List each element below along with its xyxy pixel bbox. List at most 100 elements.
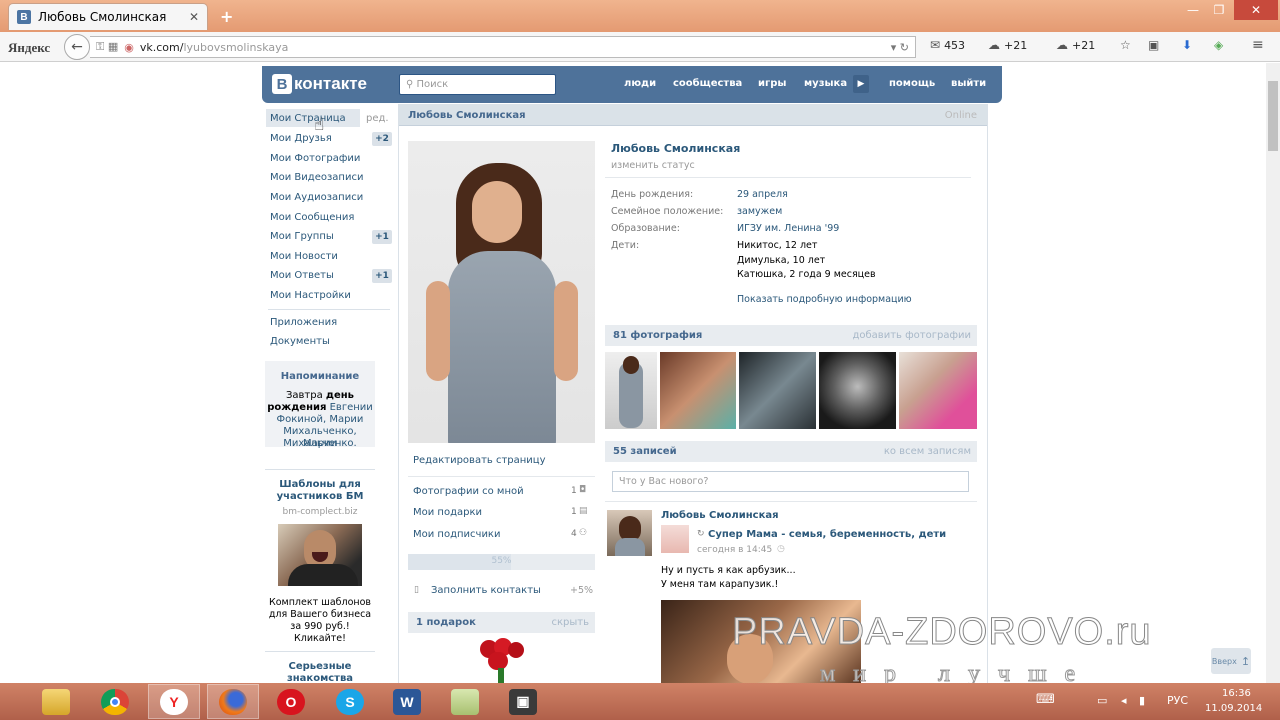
close-window-button[interactable]: ✕ <box>1234 0 1278 20</box>
taskbar-notepad[interactable] <box>439 684 491 719</box>
taskbar-chrome[interactable] <box>89 684 141 719</box>
reminder-line-3[interactable]: Фокиной, Марии <box>265 414 375 426</box>
change-status-link[interactable]: изменить статус <box>611 160 695 171</box>
left-menu-apps[interactable]: Приложения <box>270 317 337 328</box>
taskbar-firefox[interactable] <box>207 684 259 719</box>
weather-icon[interactable]: ☁ +21 <box>988 38 1027 52</box>
new-tab-button[interactable]: + <box>220 7 233 26</box>
photos-count[interactable]: 81 фотография <box>613 330 702 341</box>
yandex-logo[interactable]: Яндекс <box>8 40 50 56</box>
back-button[interactable]: ← <box>64 34 90 60</box>
my-gifts-link[interactable]: Мои подарки <box>413 507 482 518</box>
clipboard-icon[interactable]: ▣ <box>1148 38 1159 52</box>
post-time[interactable]: сегодня в 14:45 <box>697 545 772 555</box>
page-scrollbar[interactable] <box>1266 63 1280 683</box>
music-play-icon[interactable]: ▶ <box>853 75 869 93</box>
tray-icon-1[interactable]: ▭ <box>1097 694 1107 707</box>
menu-icon[interactable]: ≡ <box>1252 37 1264 53</box>
add-photos-link[interactable]: добавить фотографии <box>852 330 971 341</box>
fill-contacts-link[interactable]: Заполнить контакты <box>431 585 541 596</box>
reminder-line-2[interactable]: рождения Евгении <box>265 402 375 414</box>
photos-with-me-link[interactable]: Фотографии со мной <box>413 486 524 497</box>
show-more-info-link[interactable]: Показать подробную информацию <box>737 294 912 305</box>
gifts-title[interactable]: 1 подарок <box>416 617 476 628</box>
wall-post-input[interactable]: Что у Вас нового? <box>612 471 969 492</box>
clock-date[interactable]: 11.09.2014 <box>1205 703 1262 714</box>
nav-help[interactable]: помощь <box>889 78 935 89</box>
ad-title-line-2[interactable]: участников БМ <box>265 491 375 503</box>
ad2-title-2[interactable]: знакомства <box>265 673 375 683</box>
left-menu-videos[interactable]: Мои Видеозаписи <box>270 172 363 183</box>
post-author-avatar[interactable] <box>607 510 652 556</box>
mail-icon[interactable]: ✉ 453 <box>930 38 965 52</box>
taskbar-explorer[interactable] <box>30 684 82 719</box>
taskbar-skype[interactable]: S <box>324 684 376 719</box>
ad-image[interactable] <box>278 524 362 586</box>
taskbar-yandex[interactable]: Y <box>148 684 200 719</box>
my-followers-link[interactable]: Мои подписчики <box>413 529 500 540</box>
family-value[interactable]: замужем <box>737 206 782 217</box>
group-avatar[interactable] <box>661 525 689 553</box>
minimize-button[interactable]: — <box>1180 0 1206 20</box>
posts-count[interactable]: 55 записей <box>613 446 677 457</box>
photo-thumb-2[interactable] <box>660 352 736 429</box>
scrollbar-thumb[interactable] <box>1268 81 1278 151</box>
birthday-value[interactable]: 29 апреля <box>737 189 788 200</box>
tab-close-icon[interactable]: ✕ <box>189 10 199 24</box>
friends-badge[interactable]: +2 <box>372 132 392 146</box>
gifts-hide[interactable]: скрыть <box>552 617 590 628</box>
left-menu-messages[interactable]: Мои Сообщения <box>270 212 354 223</box>
taskbar-opera[interactable]: O <box>265 684 317 719</box>
bookmark-star-icon[interactable]: ☆ <box>1120 38 1131 52</box>
scroll-up-button[interactable]: Вверх ↥ <box>1211 648 1251 674</box>
education-value[interactable]: ИГЗУ им. Ленина '99 <box>737 223 839 234</box>
vk-search-input[interactable]: ⚲ Поиск <box>399 74 556 95</box>
edit-page-link[interactable]: Редактировать страницу <box>413 455 546 466</box>
language-indicator[interactable]: РУС <box>1167 694 1188 707</box>
left-menu-groups[interactable]: Мои Группы <box>270 231 334 242</box>
repost-group-link[interactable]: Супер Мама - семья, беременность, дети <box>708 529 946 540</box>
edit-menu-link[interactable]: ред. <box>366 113 389 124</box>
nav-communities[interactable]: сообщества <box>673 78 742 89</box>
volume-icon[interactable]: ◂ <box>1121 694 1127 707</box>
vk-logo[interactable]: В контакте <box>272 74 367 94</box>
weather-icon-2[interactable]: ☁ +21 <box>1056 38 1095 52</box>
profile-photo[interactable] <box>408 141 595 443</box>
ad-title-line-1[interactable]: Шаблоны для <box>265 479 375 491</box>
left-menu-audio[interactable]: Мои Аудиозаписи <box>270 192 363 203</box>
taskbar-media[interactable]: ▣ <box>497 684 549 719</box>
nav-games[interactable]: игры <box>758 78 786 89</box>
url-bar[interactable]: ⚿ ▦ ◉ vk.com/lyubovsmolinskaya ▾ ↻ <box>90 36 916 58</box>
left-menu-settings[interactable]: Мои Настройки <box>270 290 351 301</box>
nav-people[interactable]: люди <box>624 78 656 89</box>
gift-roses-image[interactable] <box>476 638 528 683</box>
reminder-line-5[interactable]: Михальченко. <box>265 438 375 450</box>
photo-thumb-4[interactable] <box>819 352 896 429</box>
clock-time[interactable]: 16:36 <box>1222 688 1251 699</box>
maximize-button[interactable]: ❐ <box>1206 0 1232 20</box>
photo-thumb-1[interactable] <box>605 352 657 429</box>
photo-thumb-3[interactable] <box>739 352 816 429</box>
windows-taskbar: Y O S W ▣ ⌨ ▭ ◂ ▮ РУС 16:36 11.09.2014 <box>0 683 1280 720</box>
ad-text-4: Кликайте! <box>294 633 346 644</box>
left-menu-my-page[interactable]: Мои Страница <box>270 113 346 124</box>
left-menu-photos[interactable]: Мои Фотографии <box>270 153 360 164</box>
browser-tab[interactable]: B Любовь Смолинская ✕ <box>8 3 208 30</box>
left-menu-docs[interactable]: Документы <box>270 336 330 347</box>
photo-thumb-5[interactable] <box>899 352 977 429</box>
keyboard-icon[interactable]: ⌨ <box>1036 692 1055 707</box>
left-menu-answers[interactable]: Мои Ответы <box>270 270 334 281</box>
left-menu-news[interactable]: Мои Новости <box>270 251 338 262</box>
addon-icon[interactable]: ◈ <box>1214 38 1223 52</box>
reload-icon[interactable]: ▾ ↻ <box>891 41 909 54</box>
answers-badge[interactable]: +1 <box>372 269 392 283</box>
download-icon[interactable]: ⬇ <box>1182 38 1192 52</box>
ad2-title-1[interactable]: Серьезные <box>265 661 375 673</box>
post-author[interactable]: Любовь Смолинская <box>661 510 779 521</box>
nav-logout[interactable]: выйти <box>951 78 986 89</box>
taskbar-word[interactable]: W <box>381 684 433 719</box>
groups-badge[interactable]: +1 <box>372 230 392 244</box>
nav-music[interactable]: музыка <box>804 78 847 89</box>
all-posts-link[interactable]: ко всем записям <box>884 446 971 457</box>
network-icon[interactable]: ▮ <box>1139 694 1145 707</box>
